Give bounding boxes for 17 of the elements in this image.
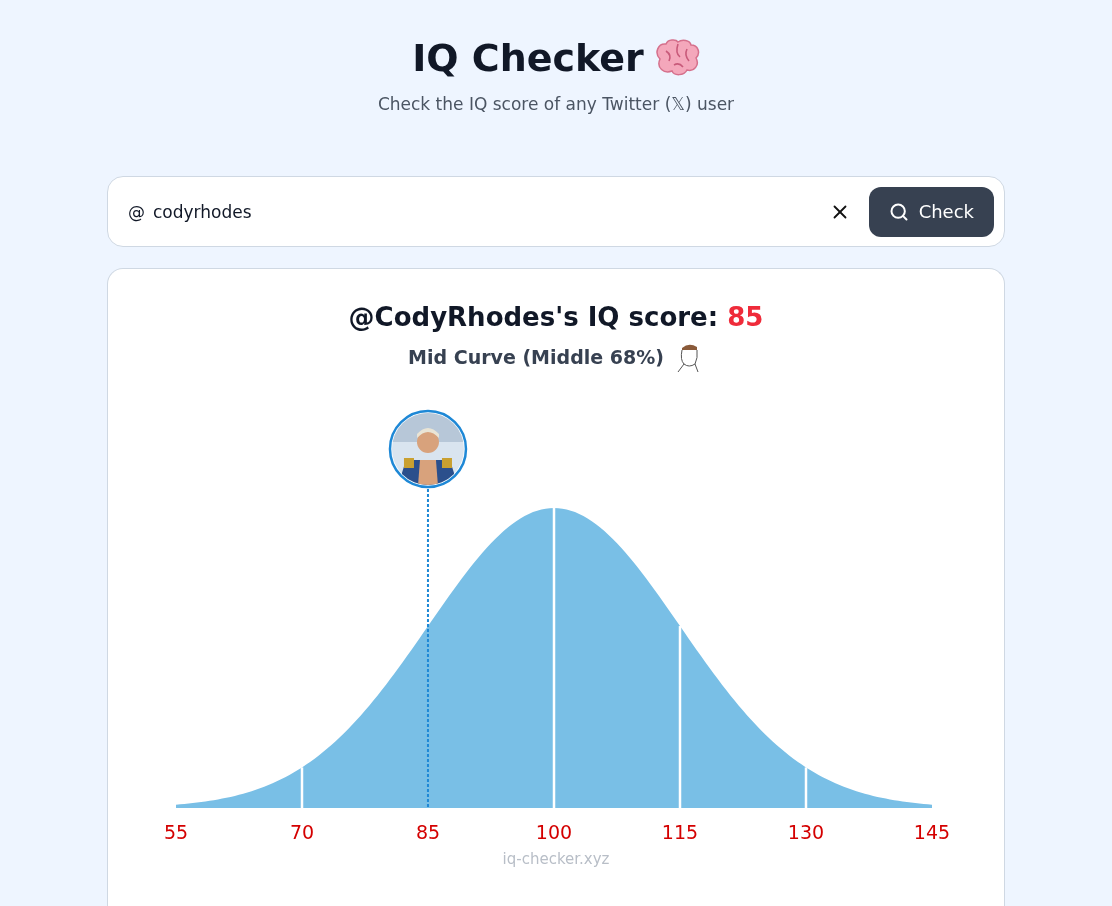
search-icon bbox=[888, 201, 909, 222]
axis-label: 115 bbox=[661, 821, 699, 843]
search-field[interactable]: @ codyrhodes Check bbox=[107, 176, 1005, 247]
page-title: IQ Checker bbox=[412, 36, 644, 80]
category-label: Mid Curve (Middle 68%) bbox=[408, 346, 664, 368]
check-button[interactable]: Check bbox=[868, 186, 994, 237]
axis-label: 70 bbox=[289, 821, 315, 843]
axis-label: 85 bbox=[415, 821, 441, 843]
axis-label: 55 bbox=[163, 821, 189, 843]
axis-label: 145 bbox=[913, 821, 951, 843]
axis-label: 100 bbox=[535, 821, 573, 843]
subtitle: Check the IQ score of any Twitter (𝕏) user bbox=[377, 94, 735, 114]
at-prefix: @ bbox=[128, 201, 145, 222]
result-heading: @CodyRhodes's IQ score: 85 bbox=[348, 302, 764, 332]
axis-label: 130 bbox=[787, 821, 825, 843]
site-footer: iq-checker.xyz bbox=[502, 850, 610, 868]
brain-icon bbox=[653, 39, 700, 77]
